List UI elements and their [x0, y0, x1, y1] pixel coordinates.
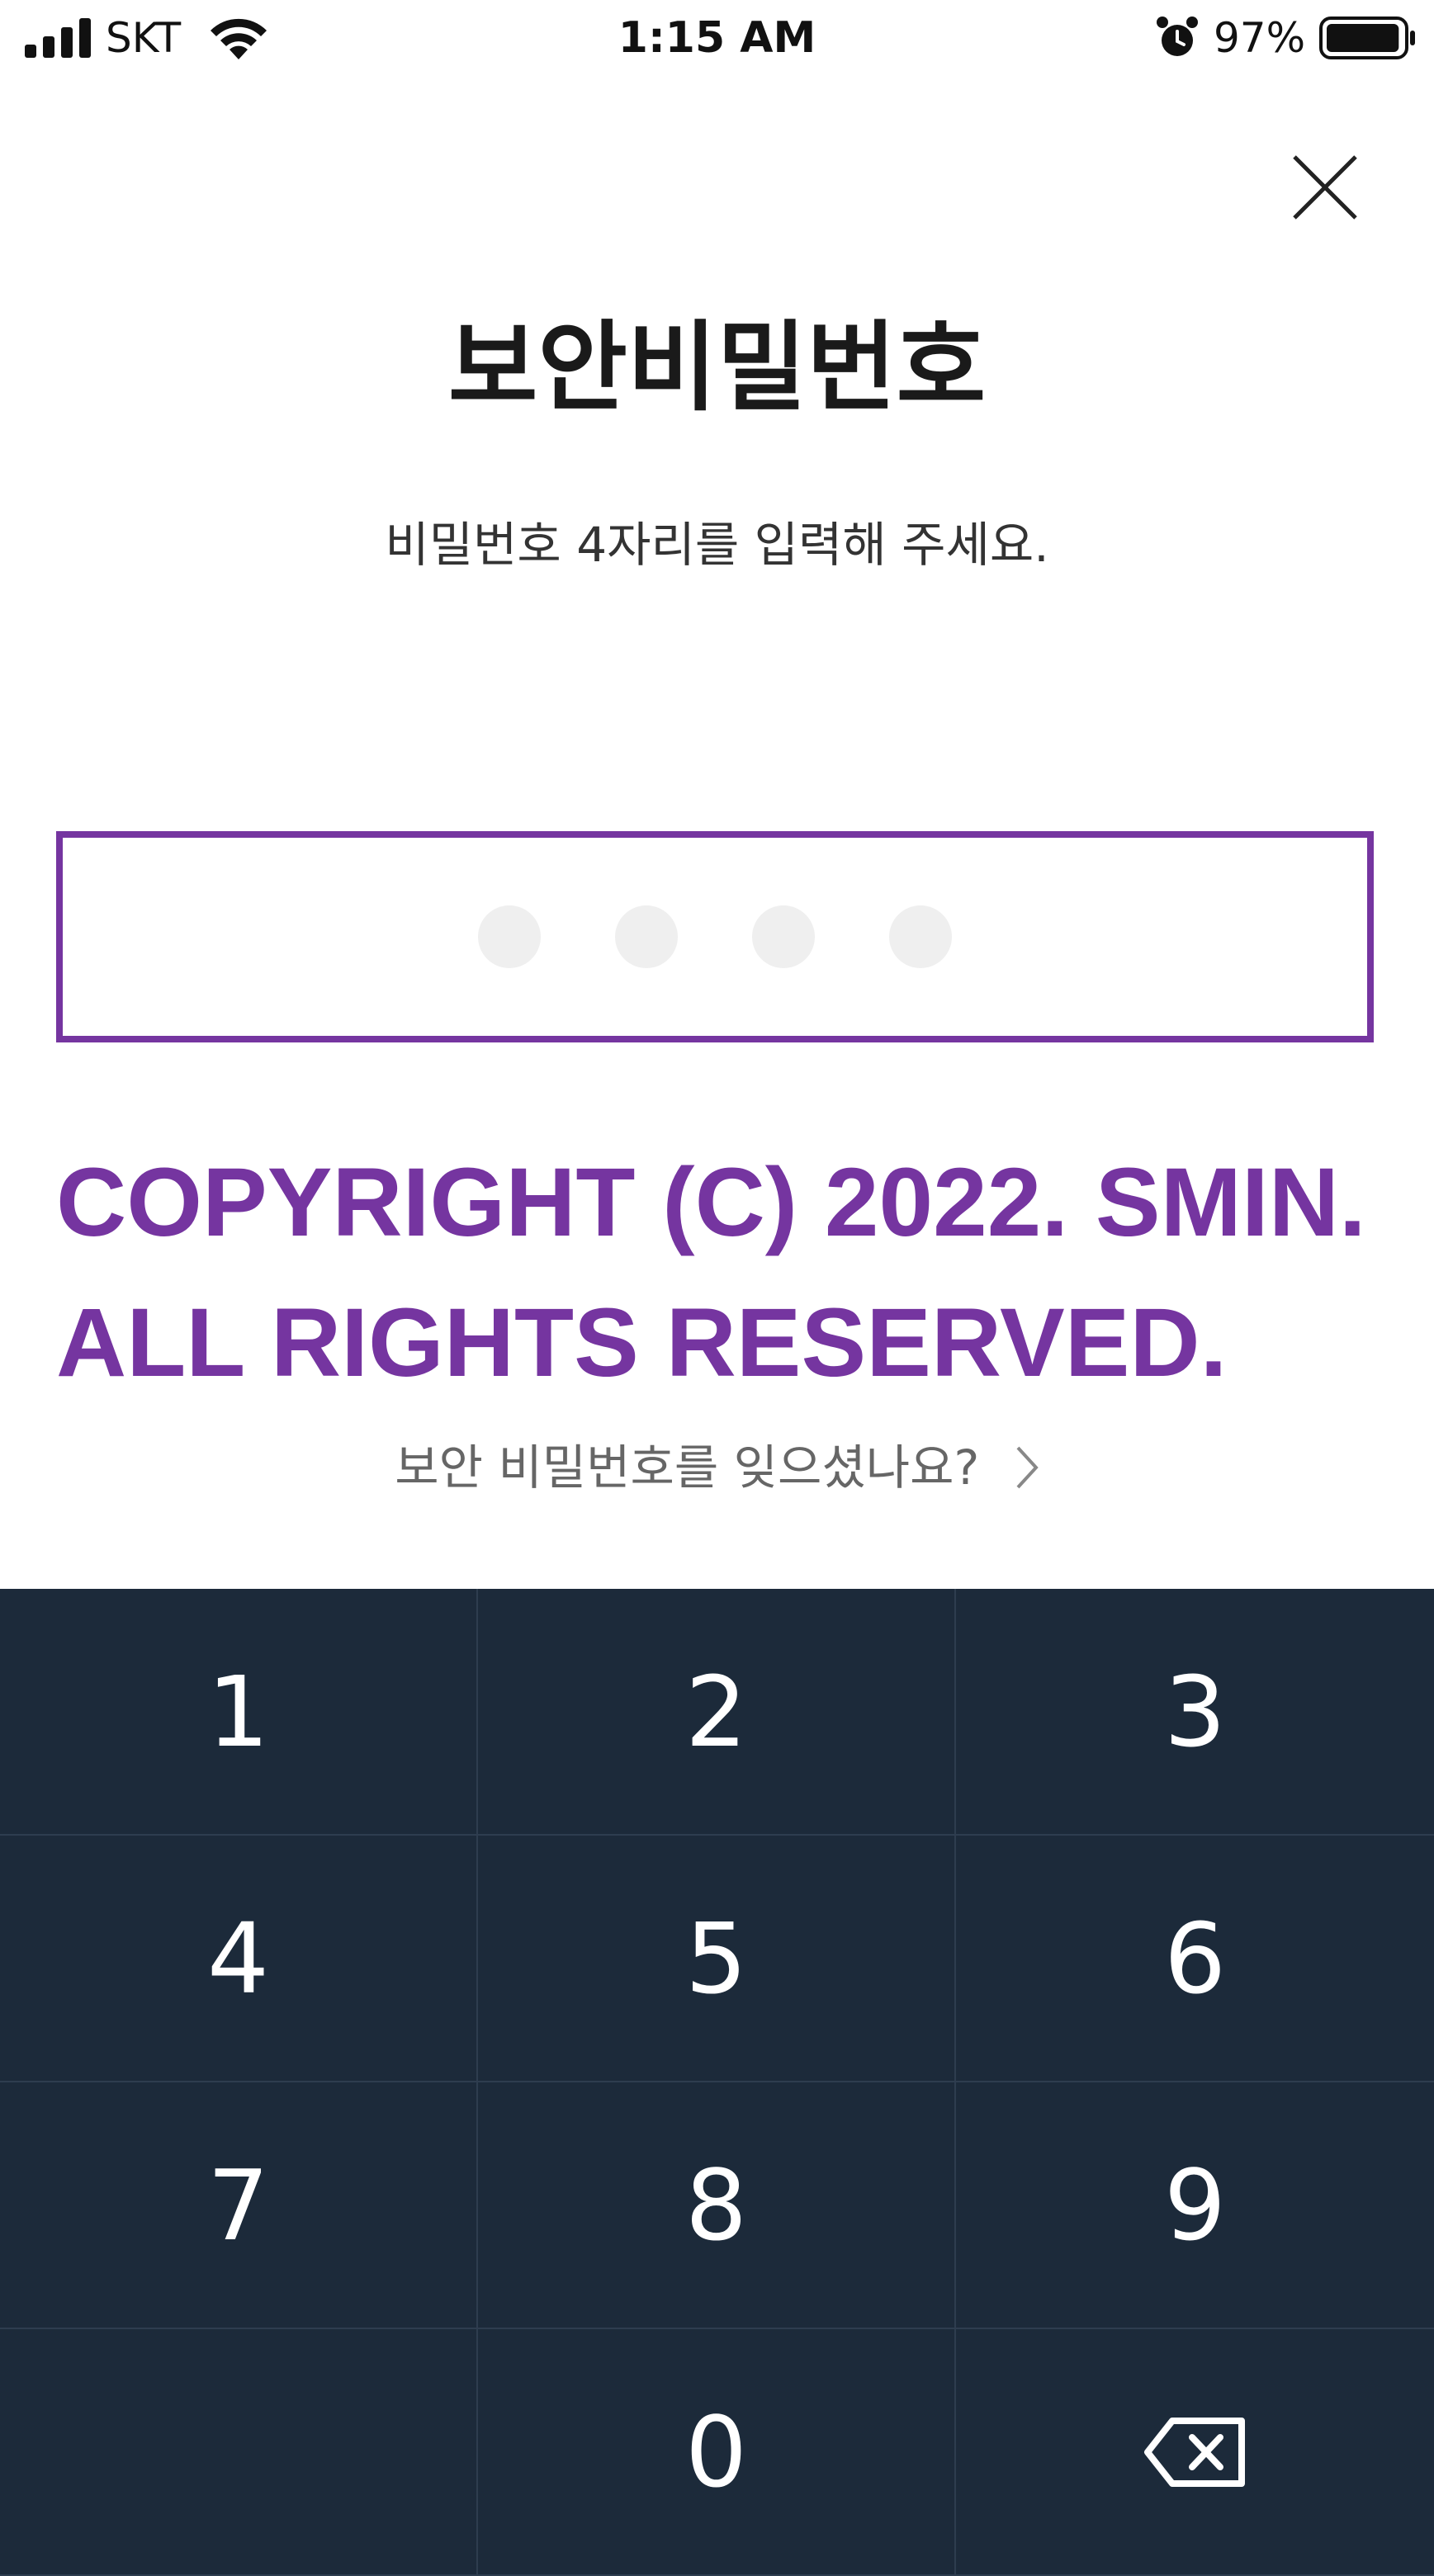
page-title: 보안비밀번호 — [447, 310, 987, 424]
key-0[interactable]: 0 — [478, 2329, 956, 2576]
close-button[interactable] — [1280, 142, 1370, 233]
key-8[interactable]: 8 — [478, 2082, 956, 2329]
key-9[interactable]: 9 — [956, 2082, 1434, 2329]
backspace-icon — [1143, 2417, 1245, 2487]
key-empty — [0, 2329, 478, 2576]
copyright-watermark: COPYRIGHT (C) 2022. SMIN. ALL RIGHTS RES… — [56, 1132, 1366, 1413]
number-keypad: 1 2 3 4 5 6 7 8 9 0 — [0, 1589, 1434, 2576]
page-subtitle: 비밀번호 4자리를 입력해 주세요. — [385, 517, 1049, 573]
copyright-line-2: ALL RIGHTS RESERVED. — [56, 1288, 1228, 1397]
forgot-password-link[interactable]: 보안 비밀번호를 잊으셨나요? — [0, 1435, 1434, 1501]
backspace-button[interactable] — [956, 2329, 1434, 2576]
pin-dot — [752, 905, 815, 968]
copyright-line-1: COPYRIGHT (C) 2022. SMIN. — [56, 1148, 1366, 1257]
key-6[interactable]: 6 — [956, 1836, 1434, 2082]
battery-percent: 97% — [1214, 14, 1306, 62]
key-3[interactable]: 3 — [956, 1589, 1434, 1836]
forgot-password-label: 보안 비밀번호를 잊으셨나요? — [395, 1439, 980, 1496]
key-2[interactable]: 2 — [478, 1589, 956, 1836]
pin-dot — [615, 905, 678, 968]
status-bar: SKT 1:15 AM 97% — [0, 0, 1434, 79]
battery-icon — [1319, 17, 1415, 59]
key-7[interactable]: 7 — [0, 2082, 478, 2329]
pin-dot — [478, 905, 541, 968]
pin-entry-box[interactable] — [56, 831, 1374, 1042]
pin-dots — [63, 905, 1367, 970]
close-icon — [1293, 155, 1357, 220]
chevron-right-icon — [1016, 1446, 1039, 1489]
key-4[interactable]: 4 — [0, 1836, 478, 2082]
key-1[interactable]: 1 — [0, 1589, 478, 1836]
pin-dot — [889, 905, 952, 968]
alarm-icon — [1157, 17, 1198, 56]
key-5[interactable]: 5 — [478, 1836, 956, 2082]
